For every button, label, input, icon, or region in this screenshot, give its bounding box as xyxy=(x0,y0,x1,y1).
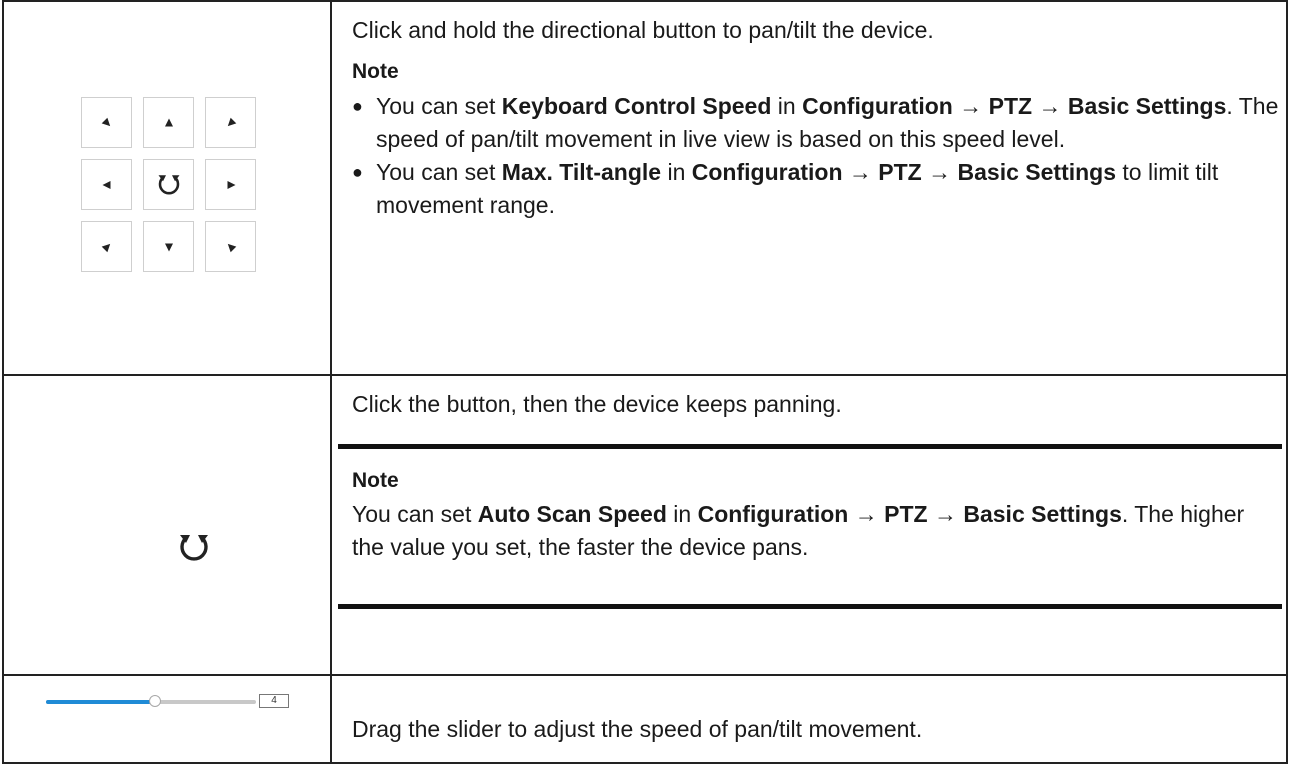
bullet-icon: ● xyxy=(352,96,363,116)
bold-term: Configuration xyxy=(691,159,843,185)
row2-note-title: Note xyxy=(352,469,399,492)
text-run: You can set xyxy=(376,93,502,119)
ptz-auto-scan-button[interactable] xyxy=(143,159,194,210)
speed-slider[interactable]: 4 xyxy=(46,692,291,712)
ptz-up-right-button[interactable] xyxy=(205,97,256,148)
auto-scan-icon xyxy=(156,173,182,197)
row-direction-pad: Click and hold the directional button to… xyxy=(4,2,1286,376)
text-run: → xyxy=(848,501,885,527)
row2-description: Click the button, then the device keeps … xyxy=(352,391,842,417)
arrow-up-right-icon xyxy=(224,116,238,130)
text-run: → xyxy=(921,159,958,185)
note-item: ● You can set Keyboard Control Speed in C… xyxy=(352,90,1280,156)
ptz-up-button[interactable] xyxy=(143,97,194,148)
row1-description: Click and hold the directional button to… xyxy=(352,17,934,43)
arrow-down-left-icon xyxy=(100,240,114,254)
bold-term: Max. Tilt-angle xyxy=(501,159,662,185)
arrow-left-icon xyxy=(100,178,114,192)
bold-term: Configuration xyxy=(802,93,953,119)
text-run: in xyxy=(771,93,803,119)
note-item: ● You can set Max. Tilt-angle in Configur… xyxy=(352,156,1280,222)
text-run: → xyxy=(1032,93,1068,119)
ptz-left-button[interactable] xyxy=(81,159,132,210)
bullet-icon: ● xyxy=(352,162,363,182)
row2-note-text: You can set Auto Scan Speed in Configura… xyxy=(352,498,1280,564)
arrow-up-icon xyxy=(162,116,176,130)
bold-term: Basic Settings xyxy=(1067,93,1227,119)
slider-thumb[interactable] xyxy=(149,695,161,707)
ptz-up-left-button[interactable] xyxy=(81,97,132,148)
arrow-up-left-icon xyxy=(100,116,114,130)
slider-fill xyxy=(46,700,151,704)
text-run: You can set xyxy=(352,501,478,527)
ptz-right-button[interactable] xyxy=(205,159,256,210)
note-top-rule xyxy=(338,444,1282,449)
text-run: → xyxy=(927,501,964,527)
bold-term: Keyboard Control Speed xyxy=(501,93,772,119)
bold-term: Auto Scan Speed xyxy=(477,501,667,527)
row1-note-title: Note xyxy=(352,60,399,83)
ptz-down-left-button[interactable] xyxy=(81,221,132,272)
ptz-control-table: Click and hold the directional button to… xyxy=(2,0,1288,764)
bold-term: Basic Settings xyxy=(957,159,1117,185)
arrow-down-right-icon xyxy=(224,240,238,254)
arrow-down-icon xyxy=(162,240,176,254)
bold-term: PTZ xyxy=(878,159,922,185)
text-run: → xyxy=(842,159,879,185)
ptz-down-button[interactable] xyxy=(143,221,194,272)
ptz-direction-pad xyxy=(81,97,258,272)
bold-term: Configuration xyxy=(697,501,849,527)
text-run: in xyxy=(661,159,692,185)
text-run: → xyxy=(952,93,989,119)
slider-value-box[interactable]: 4 xyxy=(259,694,289,708)
bold-term: Basic Settings xyxy=(963,501,1122,527)
text-run: You can set xyxy=(376,159,502,185)
text-run: in xyxy=(666,501,698,527)
row1-note-list: ● You can set Keyboard Control Speed in C… xyxy=(352,90,1280,222)
bold-term: PTZ xyxy=(884,501,928,527)
row3-description: Drag the slider to adjust the speed of p… xyxy=(352,716,923,742)
bold-term: PTZ xyxy=(988,93,1033,119)
auto-scan-icon xyxy=(177,532,211,569)
note-bottom-rule xyxy=(338,604,1282,609)
ptz-down-right-button[interactable] xyxy=(205,221,256,272)
row-auto-scan: Click the button, then the device keeps … xyxy=(4,376,1286,676)
arrow-right-icon xyxy=(224,178,238,192)
row-speed-slider: Drag the slider to adjust the speed of p… xyxy=(4,676,1286,764)
